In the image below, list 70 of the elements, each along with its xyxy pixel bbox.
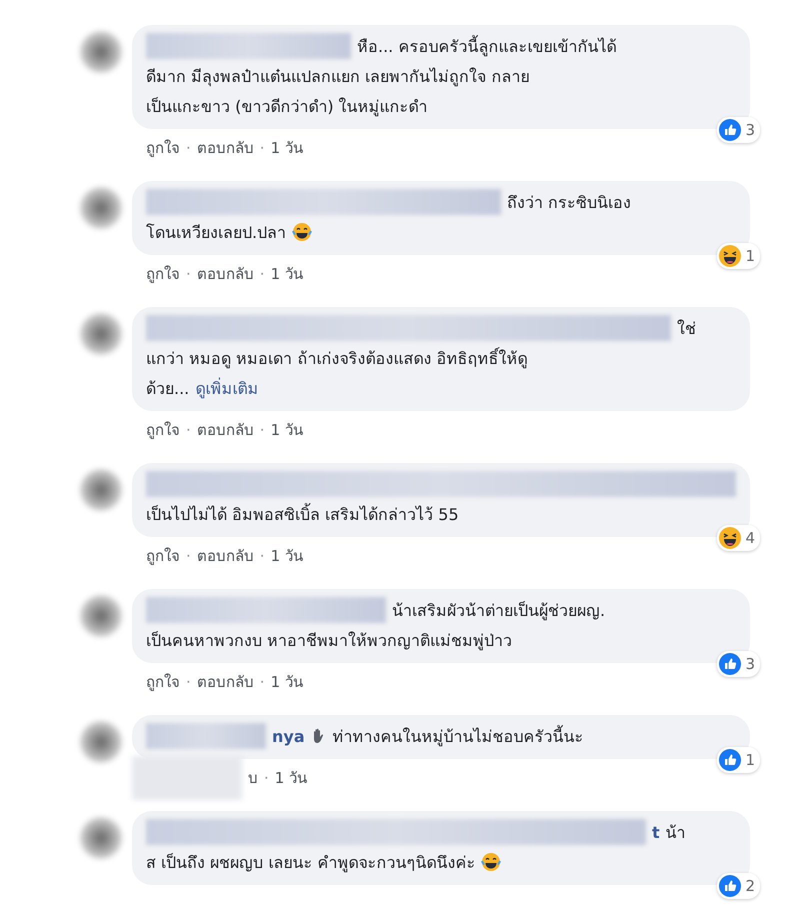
reaction-badge[interactable]: 2	[717, 873, 760, 899]
comment-text: เป็นแกะขาว (ขาวดีกว่าดำ) ในหมู่แกะดำ	[146, 96, 428, 118]
reaction-count: 2	[745, 877, 755, 895]
timestamp: 1 วัน	[270, 138, 303, 159]
action-link[interactable]: ถูกใจ	[146, 544, 180, 568]
reaction-badge[interactable]: 1	[717, 747, 760, 773]
comment-text: น้า	[666, 822, 686, 844]
see-more-link[interactable]: ดูเพิ่มเติม	[195, 376, 258, 400]
comment-text: ท่าทางคนในหมู่บ้านไม่ชอบครัวนี้นะ	[332, 724, 584, 748]
reaction-badge[interactable]: 1	[717, 243, 760, 269]
comment-text: เป็นไปไม่ได้ อิมพอสซิเบิ้ล เสริมได้กล่าวไว้ 55	[146, 502, 459, 526]
author-name[interactable]: nya	[272, 726, 305, 746]
reaction-badge[interactable]: 4	[717, 525, 760, 551]
comment-text: ถึงว่า กระซิบนิเอง	[507, 192, 632, 214]
avatar[interactable]	[80, 187, 122, 229]
separator-dot: ·	[186, 265, 191, 283]
avatar[interactable]	[80, 313, 122, 355]
comment-text: โดนเหวียงเลยป.ปลา	[146, 222, 286, 244]
reaction-badge[interactable]: 3	[717, 651, 760, 677]
timestamp: 1 วัน	[270, 420, 303, 441]
thumbs-up-icon	[719, 119, 742, 141]
separator-dot: ·	[260, 421, 265, 439]
action-link[interactable]: ตอบกลับ	[196, 262, 254, 286]
separator-dot: ·	[186, 547, 191, 565]
thumbs-up-icon	[719, 875, 742, 897]
comment-text: ด้วย...	[146, 378, 190, 400]
separator-dot: ·	[260, 547, 265, 565]
author-name[interactable]: t	[652, 822, 660, 842]
action-link[interactable]: ถูกใจ	[146, 136, 180, 160]
timestamp: 1 วัน	[270, 546, 303, 567]
action-link[interactable]: ถูกใจ	[146, 670, 180, 694]
reaction-count: 1	[745, 751, 755, 769]
thumbs-up-icon	[719, 653, 742, 675]
separator-dot: ·	[186, 139, 191, 157]
separator-dot: ·	[260, 265, 265, 283]
separator-dot: ·	[186, 421, 191, 439]
comment-text: แกว่า หมอดู หมอเดา ถ้าเก่งจริงต้องแสดง อิทธิฤทธิ์ให้ดู	[146, 346, 528, 370]
reaction-count: 4	[745, 529, 755, 547]
separator-dot: ·	[186, 673, 191, 691]
reaction-count: 3	[745, 121, 755, 139]
action-link[interactable]: บ	[248, 766, 258, 790]
reaction-count: 1	[745, 247, 755, 265]
action-link[interactable]: ตอบกลับ	[196, 418, 254, 442]
action-link[interactable]: ถูกใจ	[146, 418, 180, 442]
reaction-count: 3	[745, 655, 755, 673]
avatar[interactable]	[80, 31, 122, 73]
laughing-emoji-icon	[719, 245, 742, 267]
timestamp: 1 วัน	[274, 768, 308, 789]
avatar[interactable]	[80, 469, 122, 511]
comment-text: เป็นคนหาพวกงบ หาอาชีพมาให้พวกญาติแม่ชมพู่ป่าว	[146, 630, 512, 652]
comment-text: ดีมาก มีลุงพลป๋าแต๋นแปลกแยก เลยพากันไม่ถูกใจ กลาย	[146, 66, 530, 88]
comment-text: หือ... ครอบครัวนี้ลูกและเขยเข้ากันได้	[357, 34, 616, 58]
action-link[interactable]: ถูกใจ	[146, 262, 180, 286]
comment-text: ส เป็นถึง ผชผญบ เลยนะ คำพูดจะกวนๆนิดนึงค่ะ	[146, 852, 476, 874]
comment-text: ใช่	[677, 318, 696, 340]
reaction-badge[interactable]: 3	[717, 117, 760, 143]
separator-dot: ·	[260, 139, 265, 157]
thumbs-up-icon	[719, 749, 742, 771]
timestamp: 1 วัน	[270, 672, 303, 693]
laughing-emoji-icon	[719, 527, 742, 549]
avatar[interactable]	[80, 721, 122, 763]
timestamp: 1 วัน	[270, 264, 303, 285]
action-link[interactable]: ตอบกลับ	[196, 544, 254, 568]
avatar[interactable]	[80, 817, 122, 859]
comment-text: น้าเสริมผัวน้าต่ายเป็นผู้ช่วยผญ.	[392, 600, 606, 622]
avatar[interactable]	[80, 595, 122, 637]
separator-dot: ·	[264, 769, 269, 787]
action-link[interactable]: ตอบกลับ	[196, 670, 254, 694]
separator-dot: ·	[260, 673, 265, 691]
action-link[interactable]: ตอบกลับ	[196, 136, 254, 160]
